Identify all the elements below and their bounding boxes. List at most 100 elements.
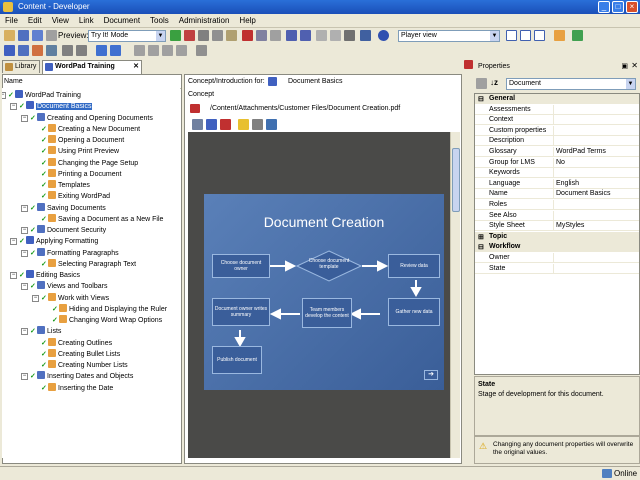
find-icon[interactable]: [256, 30, 267, 41]
collapse-icon[interactable]: ⊟: [478, 95, 484, 105]
property-value[interactable]: [553, 200, 637, 210]
preview-mode-select[interactable]: Try It! Mode ▼: [88, 30, 166, 42]
save-icon[interactable]: [18, 30, 29, 41]
property-row[interactable]: Assessments: [475, 104, 639, 115]
property-row[interactable]: Keywords: [475, 168, 639, 179]
view-mode-select[interactable]: Player view ▼: [398, 30, 500, 42]
layout-single-icon[interactable]: [506, 30, 517, 41]
expand-toggle-icon[interactable]: −: [21, 373, 28, 381]
property-row[interactable]: See Also: [475, 210, 639, 221]
next-slide-icon[interactable]: ➔: [424, 370, 438, 380]
new-topic-icon[interactable]: [32, 45, 43, 56]
indent-right-icon[interactable]: [76, 45, 87, 56]
expand-toggle-icon[interactable]: −: [21, 328, 28, 336]
expand-toggle-icon[interactable]: −: [21, 283, 28, 291]
tree-item[interactable]: − ✓ Formatting Paragraphs: [21, 247, 119, 259]
tree-item[interactable]: ✓ Templates: [41, 180, 90, 191]
tree-item[interactable]: − ✓ Saving Documents: [21, 202, 106, 214]
properties-icon[interactable]: [270, 30, 281, 41]
scrollbar-thumb[interactable]: [452, 148, 460, 212]
tree-item[interactable]: ✓ Creating a New Document: [41, 123, 140, 135]
remove-attachment-icon[interactable]: [220, 119, 231, 130]
preview-icon[interactable]: [266, 119, 277, 130]
link-icon[interactable]: [46, 45, 57, 56]
tree-item[interactable]: ✓ Creating Number Lists: [41, 360, 128, 371]
property-row[interactable]: Custom properties: [475, 125, 639, 136]
expand-toggle-icon[interactable]: −: [21, 114, 28, 122]
vertical-scrollbar[interactable]: [450, 132, 460, 458]
document-icon-a[interactable]: [134, 45, 145, 56]
expand-icon[interactable]: [316, 30, 327, 41]
property-row[interactable]: Style Sheet MyStyles: [475, 221, 639, 232]
expand-toggle-icon[interactable]: −: [10, 272, 17, 279]
property-value[interactable]: No: [553, 157, 637, 168]
property-value[interactable]: MyStyles: [553, 221, 637, 232]
tree-item[interactable]: − ✓ Editing Basics: [10, 270, 80, 281]
minimize-button[interactable]: _: [598, 1, 610, 13]
categorized-icon[interactable]: [476, 78, 487, 89]
tree-item[interactable]: ✓ Saving a Document as a New File: [41, 213, 163, 225]
redo-icon[interactable]: [300, 30, 311, 41]
open-attachment-icon[interactable]: [206, 119, 217, 130]
expand-toggle-icon[interactable]: −: [10, 103, 17, 111]
tree-item[interactable]: − ✓ WordPad Training: [2, 90, 81, 101]
tree-item[interactable]: − ✓ Views and Toolbars: [21, 281, 107, 292]
pencil-icon[interactable]: [238, 119, 249, 130]
property-category[interactable]: ⊟ General: [475, 94, 639, 104]
sort-alpha-icon[interactable]: ↓z: [490, 78, 498, 87]
record-icon[interactable]: [184, 30, 195, 41]
property-value[interactable]: [553, 253, 637, 263]
menu-item[interactable]: Tools: [145, 14, 174, 28]
tab-library[interactable]: Library: [2, 60, 40, 73]
property-row[interactable]: State: [475, 263, 639, 274]
tree-item[interactable]: − ✓ Document Security: [21, 225, 106, 236]
expand-toggle-icon[interactable]: −: [32, 294, 39, 302]
refresh-icon[interactable]: [572, 30, 583, 41]
layout-columns-icon[interactable]: [534, 30, 545, 41]
property-category[interactable]: ⊟ Workflow: [475, 242, 639, 253]
collapse-icon[interactable]: ⊟: [478, 243, 484, 253]
move-down-icon[interactable]: [110, 45, 121, 56]
spell-check-icon[interactable]: [360, 30, 371, 41]
tree-item[interactable]: − ✓ Creating and Opening Documents: [21, 112, 153, 124]
menu-item[interactable]: Administration: [174, 14, 235, 28]
menu-item[interactable]: Document: [99, 14, 145, 28]
property-row[interactable]: Context: [475, 115, 639, 126]
move-up-icon[interactable]: [96, 45, 107, 56]
tree-item[interactable]: ✓ Printing a Document: [41, 168, 121, 180]
property-row[interactable]: Group for LMS No: [475, 157, 639, 168]
close-doc-icon[interactable]: [46, 30, 57, 41]
layout-split-icon[interactable]: [520, 30, 531, 41]
property-row[interactable]: Name Document Basics: [475, 189, 639, 200]
expand-toggle-icon[interactable]: −: [2, 92, 6, 99]
property-value[interactable]: [553, 210, 637, 221]
tree-item[interactable]: ✓ Inserting the Date: [41, 382, 113, 394]
menu-item[interactable]: Edit: [23, 14, 47, 28]
document-icon-e[interactable]: [196, 45, 207, 56]
property-value[interactable]: [553, 115, 637, 126]
open-icon[interactable]: [4, 30, 15, 41]
tree-item[interactable]: − ✓ Document Basics: [10, 101, 93, 112]
expand-toggle-icon[interactable]: −: [10, 238, 17, 246]
binoculars-icon[interactable]: [344, 30, 355, 41]
gear-icon[interactable]: [252, 119, 263, 130]
tree-item[interactable]: − ✓ Work with Views: [32, 292, 109, 304]
tree-item[interactable]: − ✓ Lists: [21, 326, 61, 337]
property-row[interactable]: Language English: [475, 178, 639, 189]
tree-item[interactable]: − ✓ Inserting Dates and Objects: [21, 371, 133, 382]
tree-item[interactable]: ✓ Changing the Page Setup: [41, 157, 138, 169]
document-icon-c[interactable]: [162, 45, 173, 56]
property-category[interactable]: ⊞ Topic: [475, 231, 639, 242]
property-value[interactable]: [553, 104, 637, 115]
property-value[interactable]: WordPad Terms: [553, 147, 637, 157]
property-object-select[interactable]: Document ▼: [506, 78, 636, 90]
tab-wordpad-training[interactable]: WordPad Training ✕: [42, 60, 142, 74]
menu-item[interactable]: File: [0, 14, 23, 28]
new-section-icon[interactable]: [18, 45, 29, 56]
property-value[interactable]: [553, 263, 637, 274]
tree-item[interactable]: ✓ Using Print Preview: [41, 146, 119, 157]
help-icon[interactable]: [378, 30, 389, 41]
tree-item[interactable]: ✓ Hiding and Displaying the Ruler: [52, 303, 167, 315]
close-icon[interactable]: ✕: [631, 61, 638, 70]
property-value[interactable]: [553, 168, 637, 179]
